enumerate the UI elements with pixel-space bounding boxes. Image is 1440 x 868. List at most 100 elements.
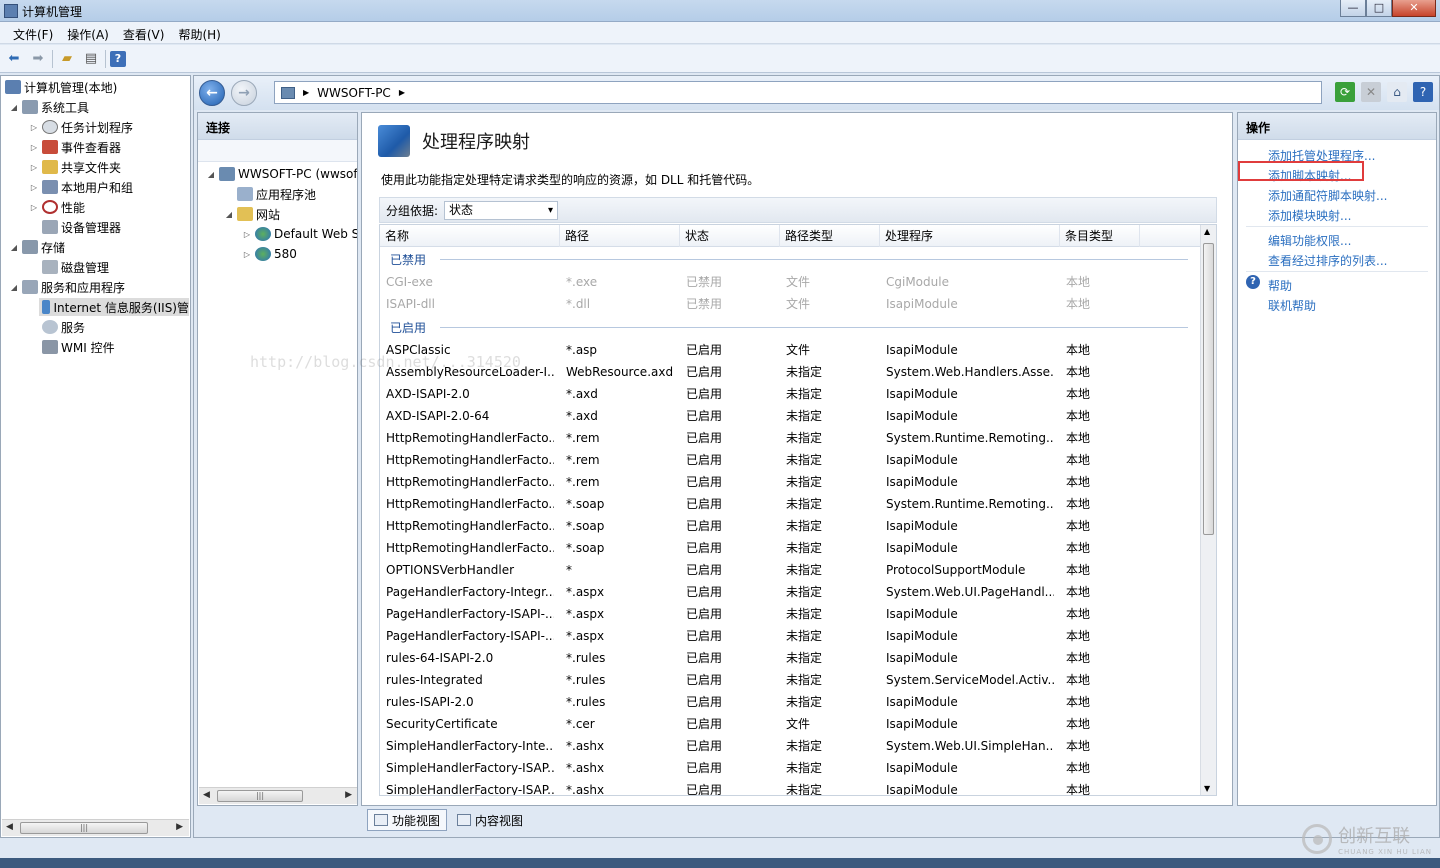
menu-help[interactable]: 帮助(H) [171, 22, 227, 43]
address-field[interactable]: ▶ WWSOFT-PC ▶ [274, 81, 1322, 104]
forward-button[interactable]: → [231, 80, 257, 106]
table-row[interactable]: HttpRemotingHandlerFacto... *.rem 已启用 未指定 Is… [380, 471, 1202, 493]
scrollbar-thumb[interactable]: ||| [20, 822, 148, 834]
scroll-left-arrow-icon[interactable]: ◀ [203, 790, 210, 800]
scrollbar-thumb[interactable] [1203, 243, 1214, 535]
tree-root[interactable]: 计算机管理(本地) [5, 78, 117, 96]
action-help[interactable]: 帮助 [1268, 277, 1292, 294]
tree-item-local-users[interactable]: ▷ 本地用户和组 [29, 178, 133, 196]
scroll-left-arrow-icon[interactable]: ◀ [6, 822, 13, 832]
group-header[interactable]: 已启用 [380, 317, 1202, 337]
table-row[interactable]: PageHandlerFactory-Integr... *.aspx 已启用 未指定… [380, 581, 1202, 603]
group-header[interactable]: 已禁用 [380, 249, 1202, 269]
expand-arrow-icon[interactable]: ▷ [29, 143, 39, 152]
up-folder-icon[interactable]: ▰ [57, 49, 77, 69]
conn-item-default-site[interactable]: ▷ Default Web S [242, 225, 357, 243]
conn-item-server[interactable]: ◢ WWSOFT-PC (wwsoft [206, 165, 357, 183]
tree-item-services-apps[interactable]: ◢ 服务和应用程序 [9, 278, 125, 296]
tree-item-device-manager[interactable]: 设备管理器 [39, 218, 121, 236]
expand-arrow-icon[interactable]: ▷ [29, 183, 39, 192]
back-arrow-icon[interactable]: ⬅ [4, 49, 24, 69]
action-view-ordered-list[interactable]: 查看经过排序的列表... [1268, 252, 1387, 269]
table-vscrollbar[interactable]: ▲ ▼ [1200, 225, 1216, 795]
help-icon[interactable]: ? [1413, 82, 1433, 102]
table-row[interactable]: HttpRemotingHandlerFacto... *.soap 已启用 未指定 I… [380, 537, 1202, 559]
left-tree-hscrollbar[interactable]: ◀ ||| ▶ [2, 819, 189, 836]
table-row[interactable]: HttpRemotingHandlerFacto... *.rem 已启用 未指定 Is… [380, 449, 1202, 471]
column-header-path[interactable]: 路径 [560, 225, 680, 247]
column-header-state[interactable]: 状态 [680, 225, 780, 247]
tree-item-storage[interactable]: ◢ 存储 [9, 238, 65, 256]
table-row[interactable]: AXD-ISAPI-2.0 *.axd 已启用 未指定 IsapiModule 本地 [380, 383, 1202, 405]
tree-item-services[interactable]: 服务 [39, 318, 85, 336]
table-row[interactable]: HttpRemotingHandlerFacto... *.soap 已启用 未指定 S… [380, 493, 1202, 515]
table-row[interactable]: HttpRemotingHandlerFacto... *.rem 已启用 未指定 Sy… [380, 427, 1202, 449]
maximize-button[interactable]: □ [1366, 0, 1392, 17]
table-row[interactable]: rules-Integrated *.rules 已启用 未指定 System.Serv… [380, 669, 1202, 691]
collapse-arrow-icon[interactable]: ◢ [9, 283, 19, 292]
scrollbar-thumb[interactable]: ||| [217, 790, 303, 802]
tab-features-view[interactable]: 功能视图 [367, 809, 448, 831]
tree-item-system-tools[interactable]: ◢ 系统工具 [9, 98, 89, 116]
tree-item-task-scheduler[interactable]: ▷ 任务计划程序 [29, 118, 133, 136]
refresh-icon[interactable]: ⟳ [1335, 82, 1355, 102]
table-row[interactable]: rules-ISAPI-2.0 *.rules 已启用 未指定 IsapiModule 本… [380, 691, 1202, 713]
group-by-select[interactable]: 状态 [444, 200, 559, 220]
column-header-handler[interactable]: 处理程序 [880, 225, 1060, 247]
table-row[interactable]: PageHandlerFactory-ISAPI-... *.aspx 已启用 未指定… [380, 603, 1202, 625]
table-row[interactable]: SimpleHandlerFactory-Inte... *.ashx 已启用 未指定… [380, 735, 1202, 757]
table-row[interactable]: SecurityCertificate *.cer 已启用 文件 IsapiModule… [380, 713, 1202, 735]
tree-item-performance[interactable]: ▷ 性能 [29, 198, 85, 216]
stop-icon[interactable]: ✕ [1361, 82, 1381, 102]
table-row[interactable]: PageHandlerFactory-ISAPI-... *.aspx 已启用 未指定… [380, 625, 1202, 647]
action-add-module-map[interactable]: 添加模块映射... [1268, 207, 1351, 224]
table-row[interactable]: OPTIONSVerbHandler * 已启用 未指定 ProtocolSupport… [380, 559, 1202, 581]
close-button[interactable]: ✕ [1392, 0, 1436, 17]
tree-item-shared-folders[interactable]: ▷ 共享文件夹 [29, 158, 121, 176]
menu-action[interactable]: 操作(A) [60, 22, 116, 43]
conn-item-app-pools[interactable]: 应用程序池 [234, 185, 316, 203]
conn-item-580[interactable]: ▷ 580 [242, 245, 297, 263]
column-header-entry-type[interactable]: 条目类型 [1060, 225, 1140, 247]
collapse-arrow-icon[interactable]: ◢ [224, 210, 234, 219]
expand-arrow-icon[interactable]: ▷ [29, 123, 39, 132]
expand-arrow-icon[interactable]: ▷ [29, 203, 39, 212]
table-row[interactable]: CGI-exe *.exe 已禁用 文件 CgiModule 本地 [380, 271, 1202, 293]
tree-item-disk-management[interactable]: 磁盘管理 [39, 258, 109, 276]
minimize-button[interactable]: — [1340, 0, 1366, 17]
table-row[interactable]: ISAPI-dll *.dll 已禁用 文件 IsapiModule 本地 [380, 293, 1202, 315]
back-button[interactable]: ← [199, 80, 225, 106]
help-icon[interactable]: ? [110, 50, 126, 67]
address-segment[interactable]: WWSOFT-PC [317, 86, 391, 100]
scroll-up-arrow-icon[interactable]: ▲ [1204, 227, 1210, 236]
expand-arrow-icon[interactable]: ▷ [242, 250, 252, 259]
show-hide-tree-icon[interactable]: ▤ [81, 49, 101, 69]
table-row[interactable]: SimpleHandlerFactory-ISAP... *.ashx 已启用 未指定… [380, 757, 1202, 779]
menu-file[interactable]: 文件(F) [6, 22, 60, 43]
collapse-arrow-icon[interactable]: ◢ [9, 243, 19, 252]
table-row[interactable]: AXD-ISAPI-2.0-64 *.axd 已启用 未指定 IsapiModule 本地 [380, 405, 1202, 427]
action-edit-feature-permissions[interactable]: 编辑功能权限... [1268, 232, 1351, 249]
tab-content-view[interactable]: 内容视图 [451, 809, 529, 831]
expand-arrow-icon[interactable]: ▷ [242, 230, 252, 239]
home-icon[interactable]: ⌂ [1387, 82, 1407, 102]
tree-item-iis[interactable]: Internet 信息服务(IIS)管 [39, 298, 189, 316]
collapse-arrow-icon[interactable]: ◢ [9, 103, 19, 112]
expand-arrow-icon[interactable]: ▷ [29, 163, 39, 172]
table-row[interactable]: HttpRemotingHandlerFacto... *.soap 已启用 未指定 I… [380, 515, 1202, 537]
action-online-help[interactable]: 联机帮助 [1268, 297, 1316, 314]
scroll-down-arrow-icon[interactable]: ▼ [1204, 784, 1210, 793]
connections-hscrollbar[interactable]: ◀ ||| ▶ [199, 787, 357, 804]
forward-arrow-icon[interactable]: ➡ [28, 49, 48, 69]
table-row[interactable]: rules-64-ISAPI-2.0 *.rules 已启用 未指定 IsapiModu… [380, 647, 1202, 669]
tree-item-event-viewer[interactable]: ▷ 事件查看器 [29, 138, 121, 156]
column-header-path-type[interactable]: 路径类型 [780, 225, 880, 247]
scroll-right-arrow-icon[interactable]: ▶ [176, 822, 183, 832]
conn-item-sites[interactable]: ◢ 网站 [224, 205, 280, 223]
action-add-wildcard-script-map[interactable]: 添加通配符脚本映射... [1268, 187, 1387, 204]
column-header-name[interactable]: 名称 [380, 225, 560, 247]
collapse-arrow-icon[interactable]: ◢ [206, 170, 216, 179]
menu-view[interactable]: 查看(V) [116, 22, 172, 43]
scroll-right-arrow-icon[interactable]: ▶ [345, 790, 352, 800]
table-row[interactable]: SimpleHandlerFactory-ISAP... *.ashx 已启用 未指定… [380, 779, 1202, 795]
